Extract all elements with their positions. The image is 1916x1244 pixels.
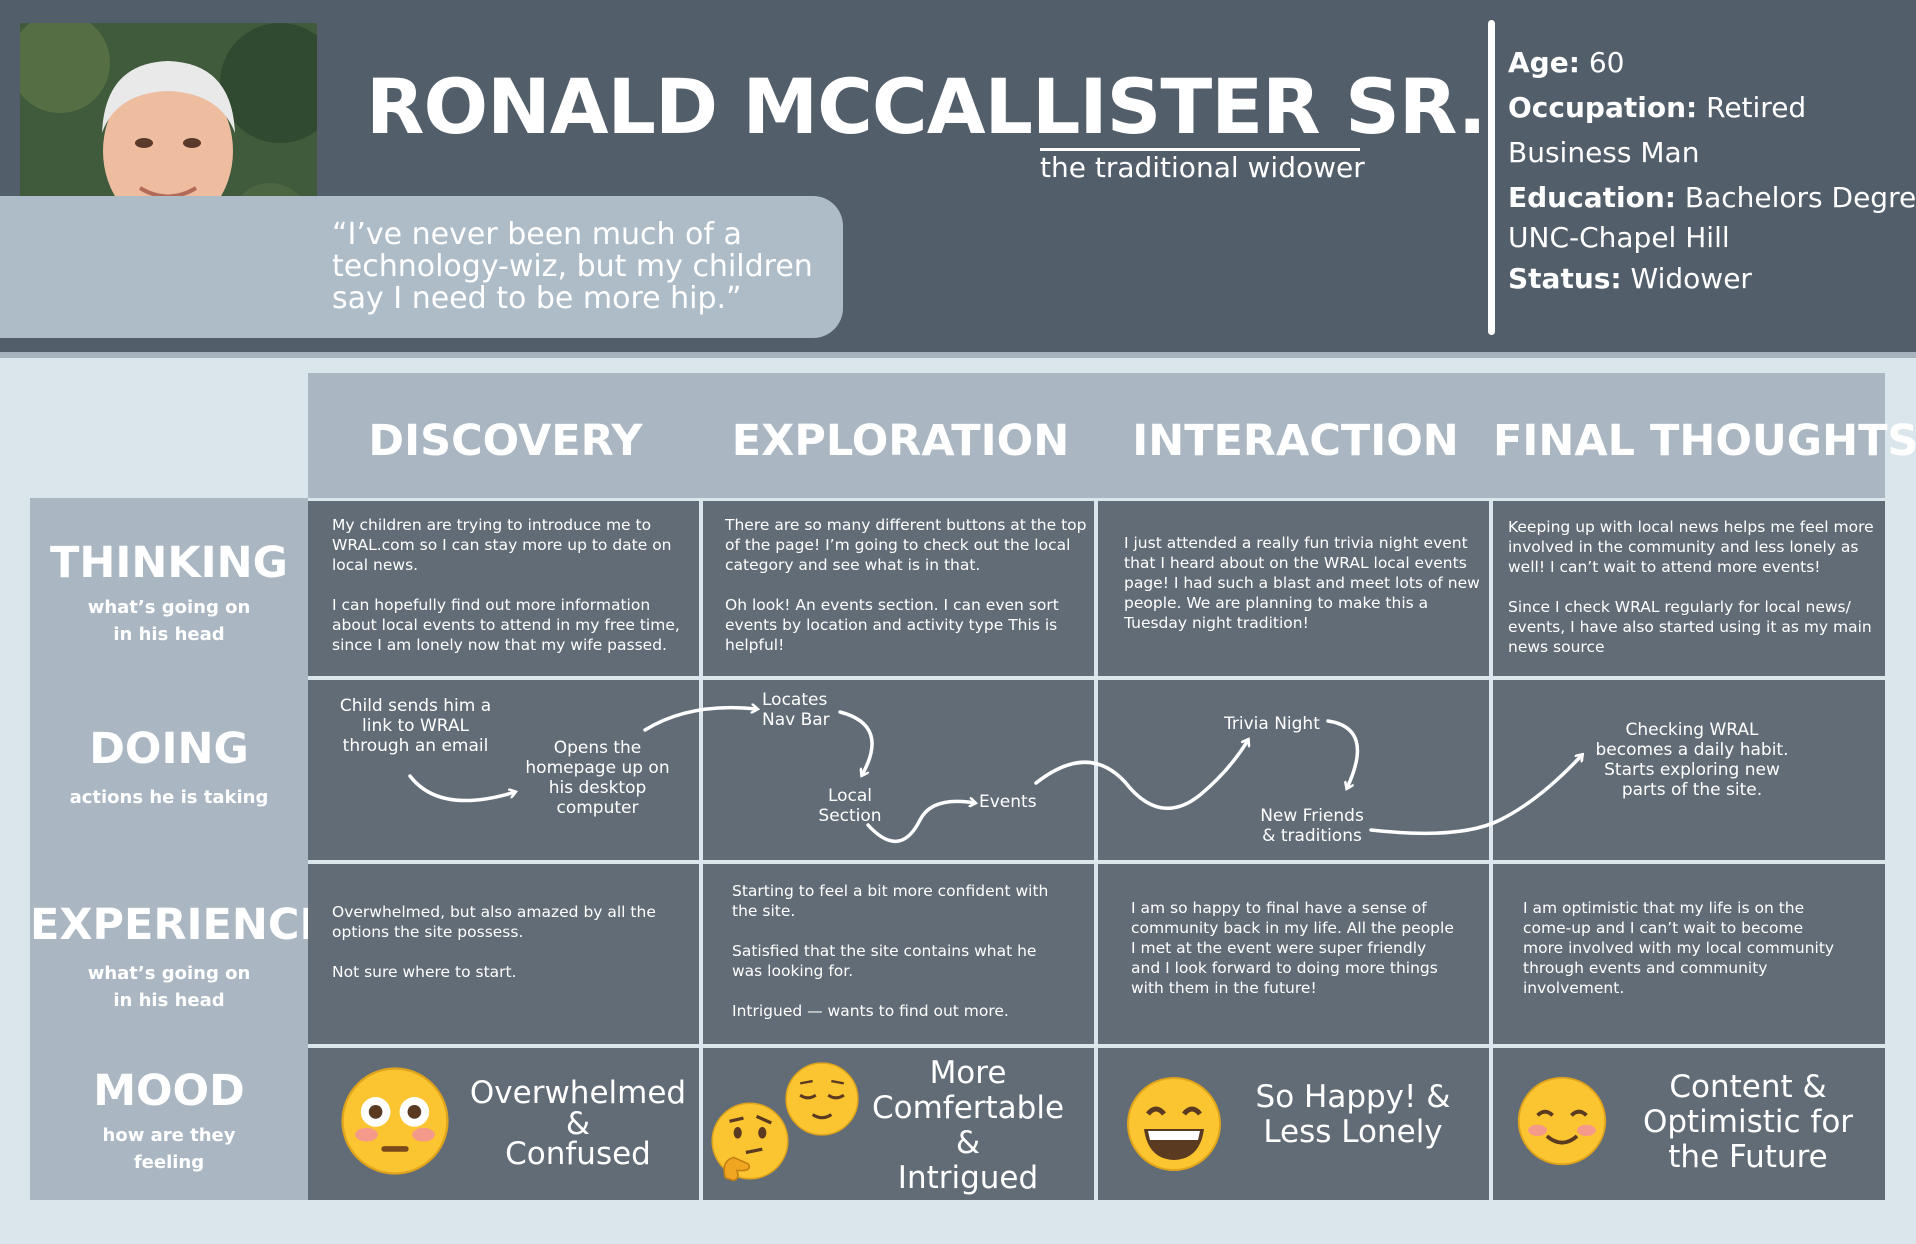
- arrow-friends-to-checking: [1369, 755, 1582, 836]
- mood-text: Content & Optimistic for the Future: [1642, 1069, 1854, 1175]
- experience-cell-final: I am optimistic that my life is on the co…: [1493, 864, 1885, 1044]
- experience-text: I am optimistic that my life is on the co…: [1523, 899, 1835, 997]
- arrow-trivia-to-friends: [1326, 719, 1360, 788]
- mood-cell-interaction: So Happy! & Less Lonely: [1098, 1048, 1489, 1200]
- mood-cell-exploration: More Comfertable & Intrigued: [703, 1048, 1094, 1200]
- flushed-face-icon: [341, 1067, 449, 1175]
- grinning-face-icon: [1127, 1077, 1221, 1171]
- experience-cell-interaction: I am so happy to final have a sense of co…: [1098, 864, 1489, 1044]
- thinking-face-icon: [711, 1102, 789, 1182]
- mood-cell-final: Content & Optimistic for the Future: [1493, 1048, 1885, 1200]
- mood-text: More Comfertable & Intrigued: [871, 1055, 1065, 1196]
- arrow-locates-to-local: [838, 710, 874, 775]
- arrow-open-to-locates: [643, 708, 757, 732]
- experience-text: Starting to feel a bit more confident wi…: [732, 882, 1049, 1020]
- experience-text: Overwhelmed, but also amazed by all the o…: [332, 903, 656, 981]
- experience-cell-discovery: Overwhelmed, but also amazed by all the o…: [308, 864, 699, 1044]
- arrow-events-to-trivia: [1034, 740, 1248, 811]
- smiling-face-icon: [1517, 1076, 1607, 1166]
- experience-cell-exploration: Starting to feel a bit more confident wi…: [703, 864, 1094, 1044]
- mood-text: So Happy! & Less Lonely: [1255, 1079, 1451, 1150]
- arrow-child-to-open: [408, 774, 515, 803]
- arrow-local-to-events: [866, 801, 975, 844]
- experience-text: I am so happy to final have a sense of co…: [1131, 899, 1454, 997]
- mood-cell-discovery: Overwhelmed & Confused: [308, 1048, 699, 1200]
- mood-text: Overwhelmed & Confused: [469, 1075, 687, 1172]
